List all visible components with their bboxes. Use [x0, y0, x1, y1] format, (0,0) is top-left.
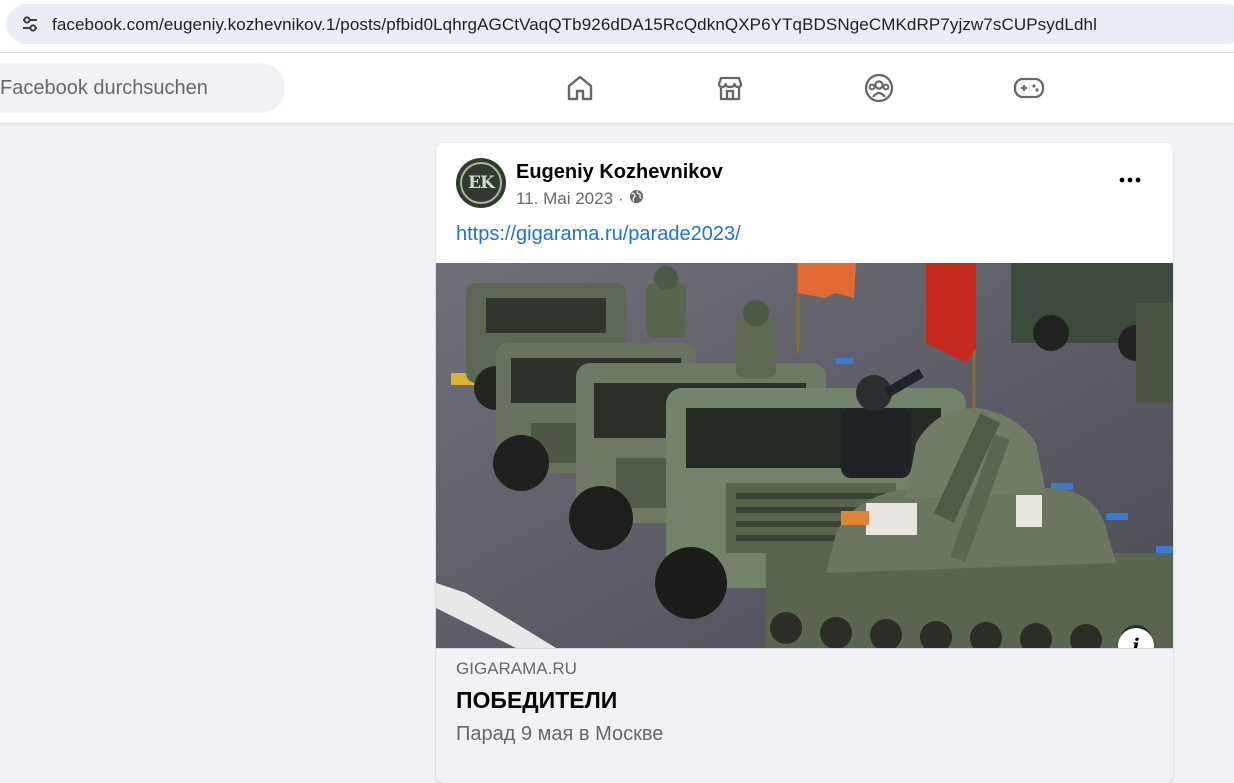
gaming-icon[interactable] — [1009, 68, 1049, 108]
post-author[interactable]: Eugeniy Kozhevnikov — [516, 161, 723, 184]
home-icon[interactable] — [560, 68, 600, 108]
search-input[interactable] — [0, 63, 270, 113]
url-bar[interactable]: facebook.com/eugeniy.kozhevnikov.1/posts… — [6, 4, 1234, 44]
post-date[interactable]: 11. Mai 2023 — [516, 189, 613, 209]
avatar-initials: EK — [460, 162, 502, 204]
facebook-header — [0, 53, 1234, 123]
tune-icon[interactable] — [16, 10, 44, 38]
search-box[interactable] — [0, 63, 285, 113]
link-preview[interactable]: GIGARAMA.RU ПОБЕДИТЕЛИ Парад 9 мая в Мос… — [436, 648, 1173, 783]
parade-photo — [436, 263, 1173, 648]
url-text[interactable]: facebook.com/eugeniy.kozhevnikov.1/posts… — [52, 15, 1097, 35]
groups-icon[interactable] — [859, 68, 899, 108]
preview-title[interactable]: ПОБЕДИТЕЛИ — [456, 687, 617, 714]
avatar[interactable]: EK — [456, 158, 506, 208]
link-preview-image[interactable] — [436, 263, 1173, 648]
globe-icon[interactable] — [629, 189, 644, 209]
post-meta: 11. Mai 2023 · — [516, 189, 644, 209]
browser-address-bar: facebook.com/eugeniy.kozhevnikov.1/posts… — [0, 0, 1234, 53]
preview-description: Парад 9 мая в Москве — [456, 723, 664, 745]
preview-domain: GIGARAMA.RU — [456, 659, 577, 678]
more-horizontal-icon[interactable] — [1110, 165, 1150, 195]
marketplace-icon[interactable] — [710, 68, 750, 108]
post-card: EK Eugeniy Kozhevnikov 11. Mai 2023 · ht… — [436, 143, 1173, 783]
meta-separator: · — [618, 189, 624, 208]
post-link[interactable]: https://gigarama.ru/parade2023/ — [456, 223, 741, 246]
